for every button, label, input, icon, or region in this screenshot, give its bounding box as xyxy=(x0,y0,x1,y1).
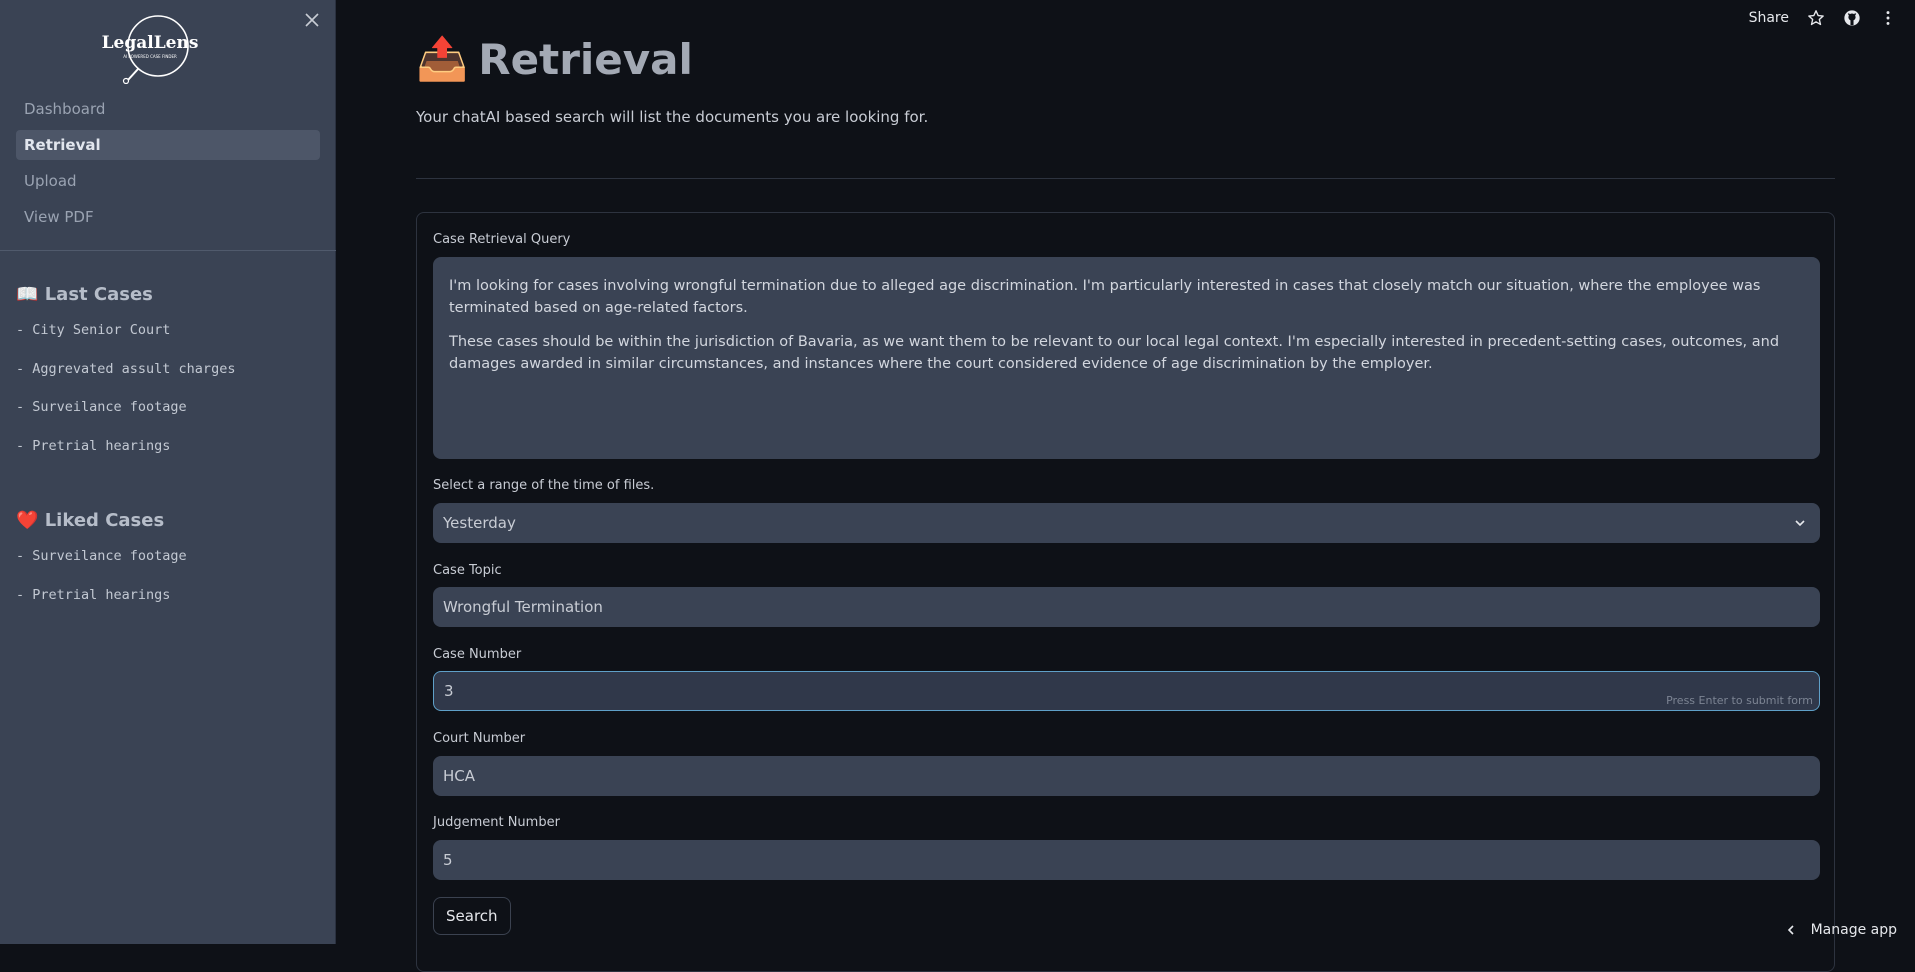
last-case-item: - City Senior Court xyxy=(16,322,171,338)
query-paragraph: These cases should be within the jurisdi… xyxy=(449,334,1780,372)
court-number-label: Court Number xyxy=(433,731,526,746)
last-cases-section: 📖 Last Cases - City Senior Court - Aggre… xyxy=(16,282,326,474)
book-icon: 📖 xyxy=(16,284,39,305)
legallens-logo: LegalLens AI POWERED CASE FINDER xyxy=(102,15,199,84)
topic-label: Case Topic xyxy=(433,563,502,578)
retrieval-form: Case Retrieval Query I'm looking for cas… xyxy=(416,212,1835,972)
last-case-item: - Surveilance footage xyxy=(16,399,187,415)
time-range-select[interactable]: Yesterday xyxy=(433,503,1820,543)
case-number-value: 3 xyxy=(444,682,454,700)
last-case-item: - Aggrevated assult charges xyxy=(16,360,236,377)
page-subtitle: Your chatAI based search will list the d… xyxy=(416,108,929,126)
sidebar: LegalLens AI POWERED CASE FINDER Dashboa… xyxy=(0,0,336,944)
range-label: Select a range of the time of files. xyxy=(433,478,655,493)
time-range-value: Yesterday xyxy=(443,514,516,532)
page-title: 📤 Retrieval xyxy=(416,34,693,84)
search-button[interactable]: Search xyxy=(433,897,511,935)
chevron-left-icon xyxy=(1787,925,1794,935)
liked-cases-heading: ❤️ Liked Cases xyxy=(16,508,326,534)
nav-item-retrieval[interactable]: Retrieval xyxy=(16,130,320,160)
chevron-down-icon xyxy=(1795,520,1805,527)
court-number-input[interactable]: HCA xyxy=(433,756,1820,796)
last-cases-title: Last Cases xyxy=(44,284,153,305)
nav-item-view-pdf[interactable]: View PDF xyxy=(16,202,320,232)
logo-tagline: AI POWERED CASE FINDER xyxy=(123,54,177,59)
more-menu-icon[interactable] xyxy=(1879,9,1897,27)
top-toolbar: Share xyxy=(1749,0,1915,36)
case-topic-input[interactable]: Wrongful Termination xyxy=(433,587,1820,627)
judgement-number-input[interactable]: 5 xyxy=(433,840,1820,880)
submit-hint: Press Enter to submit form xyxy=(1666,694,1813,707)
divider xyxy=(416,178,1835,179)
query-label: Case Retrieval Query xyxy=(433,232,571,247)
last-cases-heading: 📖 Last Cases xyxy=(16,282,326,308)
outbox-icon: 📤 xyxy=(416,34,469,83)
main-content: Share 📤 Retrieval Your chatAI based sear… xyxy=(336,0,1915,972)
manage-app-label: Manage app xyxy=(1810,922,1897,938)
liked-cases-section: ❤️ Liked Cases - Surveilance footage - P… xyxy=(16,508,326,623)
page-title-text: Retrieval xyxy=(478,34,693,84)
liked-cases-title: Liked Cases xyxy=(44,510,165,531)
manage-app-button[interactable]: Manage app xyxy=(1785,922,1897,938)
case-number-label: Case Number xyxy=(433,647,522,662)
logo-text: LegalLens xyxy=(102,33,199,53)
star-icon[interactable] xyxy=(1807,9,1825,27)
sidebar-divider xyxy=(0,250,336,251)
nav-item-upload[interactable]: Upload xyxy=(16,166,320,196)
judgement-label: Judgement Number xyxy=(433,815,560,830)
case-number-input[interactable]: 3 Press Enter to submit form xyxy=(433,671,1820,711)
share-button[interactable]: Share xyxy=(1749,10,1789,26)
heart-icon: ❤️ xyxy=(16,510,39,531)
close-icon[interactable] xyxy=(302,10,322,30)
last-case-item: - Pretrial hearings xyxy=(16,437,171,454)
github-icon[interactable] xyxy=(1843,9,1861,27)
nav-item-dashboard[interactable]: Dashboard xyxy=(16,94,320,124)
liked-case-item: - Surveilance footage xyxy=(16,548,187,564)
query-paragraph: I'm looking for cases involving wrongful… xyxy=(449,278,1761,316)
liked-case-item: - Pretrial hearings xyxy=(16,586,171,603)
query-textarea[interactable]: I'm looking for cases involving wrongful… xyxy=(433,257,1820,459)
sidebar-nav: Dashboard Retrieval Upload View PDF xyxy=(16,94,320,238)
